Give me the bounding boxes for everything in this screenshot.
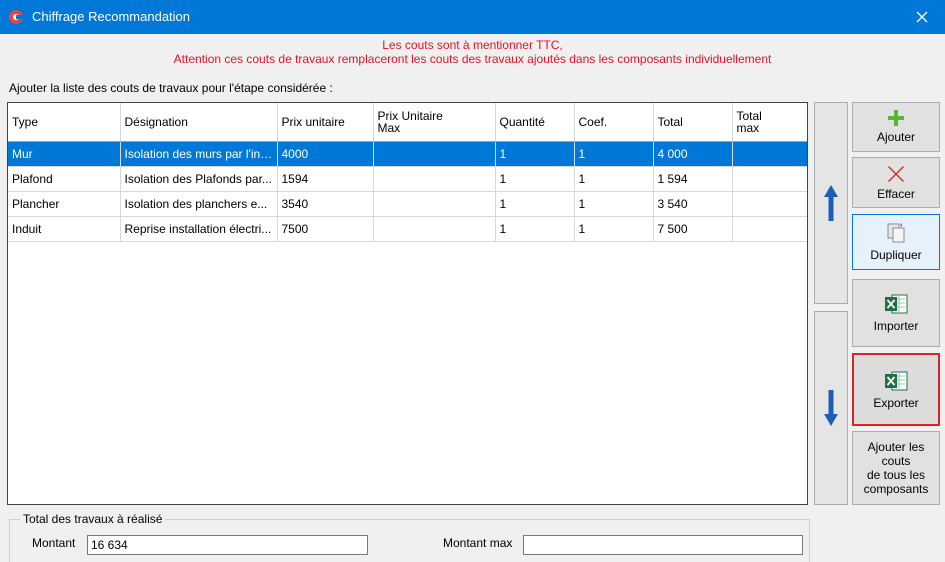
cell-coef[interactable]: 1	[574, 191, 654, 217]
cell-designation[interactable]: Isolation des murs par l'int...	[120, 141, 278, 167]
costs-table: Type Désignation Prix unitaire Prix Unit…	[8, 103, 807, 242]
ajouter-couts-label-2: couts	[881, 454, 911, 468]
cell-quantite[interactable]: 1	[495, 191, 575, 217]
cell-designation[interactable]: Isolation des planchers e...	[120, 191, 278, 217]
ajouter-button[interactable]: Ajouter	[852, 102, 940, 152]
warning-message: Les couts sont à mentionner TTC, Attenti…	[0, 38, 945, 66]
cell-quantite[interactable]: 1	[495, 166, 575, 192]
cell-prix-max[interactable]	[373, 216, 496, 242]
duplicate-icon	[887, 223, 905, 243]
arrow-down-icon	[824, 390, 838, 426]
cell-type[interactable]: Plancher	[8, 191, 121, 217]
montant-max-field[interactable]	[523, 535, 803, 555]
cell-type[interactable]: Mur	[8, 141, 121, 167]
table-header-row: Type Désignation Prix unitaire Prix Unit…	[8, 103, 807, 142]
window-title: Chiffrage Recommandation	[32, 9, 191, 24]
cell-prix-unitaire[interactable]: 4000	[277, 141, 374, 167]
cell-total-max[interactable]	[732, 141, 807, 167]
ajouter-couts-label-4: composants	[863, 482, 929, 496]
cell-type[interactable]: Plafond	[8, 166, 121, 192]
importer-button[interactable]: Importer	[852, 279, 940, 347]
warning-line-1: Les couts sont à mentionner TTC,	[382, 38, 563, 52]
totals-group-label: Total des travaux à réalisé	[20, 512, 166, 526]
table-row[interactable]: Mur Isolation des murs par l'int... 4000…	[8, 141, 807, 167]
column-header-coef[interactable]: Coef.	[574, 103, 654, 142]
ajouter-couts-label-1: Ajouter les	[867, 440, 925, 454]
effacer-button[interactable]: Effacer	[852, 157, 940, 208]
x-icon	[888, 165, 904, 182]
table-row[interactable]: Induit Reprise installation électri... 7…	[8, 216, 807, 242]
montant-max-label: Montant max	[443, 536, 513, 550]
column-header-prix-unitaire[interactable]: Prix unitaire	[277, 103, 374, 142]
exporter-button[interactable]: Exporter	[852, 353, 940, 426]
column-header-total-max[interactable]: Total max	[732, 103, 807, 142]
dupliquer-label: Dupliquer	[870, 248, 922, 262]
column-header-quantite[interactable]: Quantité	[495, 103, 575, 142]
cell-prix-unitaire[interactable]: 1594	[277, 166, 374, 192]
arrow-up-icon	[824, 185, 838, 221]
importer-label: Importer	[873, 319, 919, 333]
warning-line-2: Attention ces couts de travaux remplacer…	[173, 52, 772, 66]
cell-total-max[interactable]	[732, 191, 807, 217]
montant-label: Montant	[32, 536, 76, 550]
cell-total[interactable]: 4 000	[653, 141, 733, 167]
cell-prix-unitaire[interactable]: 7500	[277, 216, 374, 242]
cell-total[interactable]: 3 540	[653, 191, 733, 217]
cell-type[interactable]: Induit	[8, 216, 121, 242]
dupliquer-button[interactable]: Dupliquer	[852, 214, 940, 270]
move-up-button[interactable]	[814, 102, 848, 304]
intro-label: Ajouter la liste des couts de travaux po…	[9, 81, 333, 95]
ajouter-label: Ajouter	[876, 130, 916, 144]
close-icon	[916, 11, 928, 23]
exporter-label: Exporter	[873, 395, 919, 410]
costs-grid[interactable]: Type Désignation Prix unitaire Prix Unit…	[7, 102, 808, 505]
cell-prix-max[interactable]	[373, 166, 496, 192]
cell-designation[interactable]: Reprise installation électri...	[120, 216, 278, 242]
cell-prix-unitaire[interactable]: 3540	[277, 191, 374, 217]
cell-total-max[interactable]	[732, 166, 807, 192]
cell-prix-max[interactable]	[373, 191, 496, 217]
close-button[interactable]	[899, 0, 945, 34]
excel-icon	[885, 371, 908, 390]
cell-coef[interactable]: 1	[574, 141, 654, 167]
plus-icon	[888, 110, 904, 126]
cell-coef[interactable]: 1	[574, 216, 654, 242]
table-row[interactable]: Plafond Isolation des Plafonds par... 15…	[8, 166, 807, 192]
column-header-designation[interactable]: Désignation	[120, 103, 278, 142]
ajouter-couts-composants-button[interactable]: Ajouter les couts de tous les composants	[852, 431, 940, 505]
montant-field[interactable]: 16 634	[87, 535, 368, 555]
excel-icon	[885, 294, 908, 314]
cell-total[interactable]: 7 500	[653, 216, 733, 242]
cell-designation[interactable]: Isolation des Plafonds par...	[120, 166, 278, 192]
title-bar: Chiffrage Recommandation	[0, 0, 945, 34]
table-row[interactable]: Plancher Isolation des planchers e... 35…	[8, 191, 807, 217]
cell-coef[interactable]: 1	[574, 166, 654, 192]
cell-quantite[interactable]: 1	[495, 216, 575, 242]
cell-total-max[interactable]	[732, 216, 807, 242]
app-logo-icon	[9, 10, 24, 24]
cell-total[interactable]: 1 594	[653, 166, 733, 192]
column-header-prix-unitaire-max[interactable]: Prix Unitaire Max	[373, 103, 496, 142]
effacer-label: Effacer	[877, 186, 915, 201]
cell-quantite[interactable]: 1	[495, 141, 575, 167]
cell-prix-max[interactable]	[373, 141, 496, 167]
column-header-total[interactable]: Total	[653, 103, 733, 142]
move-down-button[interactable]	[814, 311, 848, 505]
ajouter-couts-label-3: de tous les	[866, 468, 926, 482]
column-header-type[interactable]: Type	[8, 103, 121, 142]
